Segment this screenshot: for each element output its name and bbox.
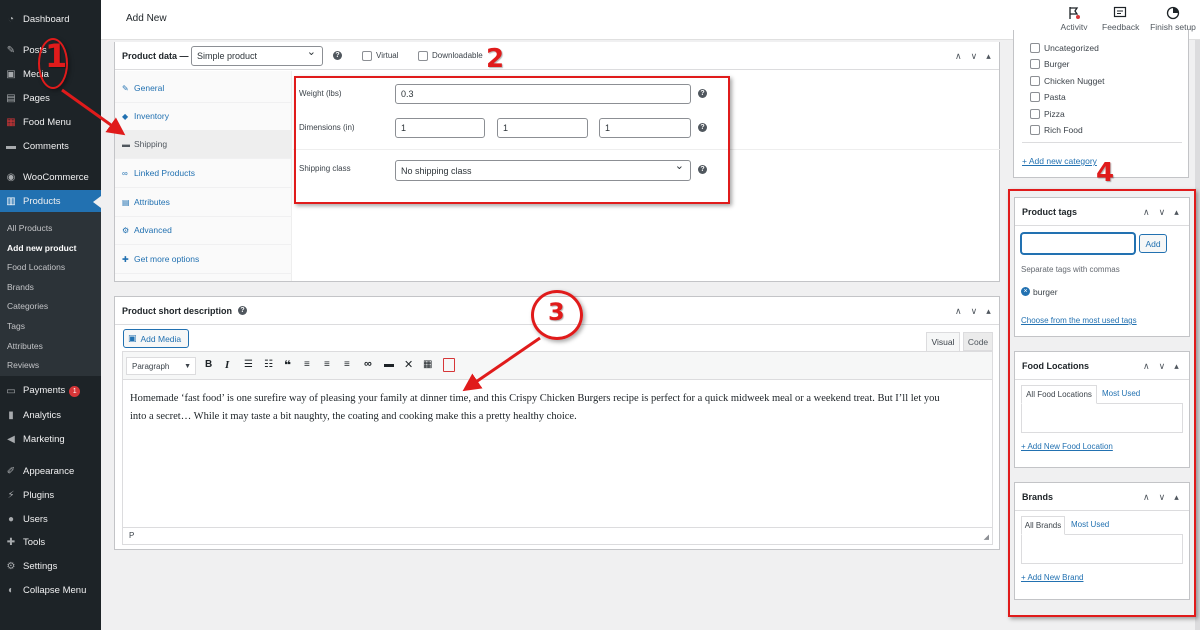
tab-all-food-locations[interactable]: All Food Locations [1021, 385, 1097, 404]
annotation-number-4: 4 [1096, 158, 1115, 188]
annotation-arrow-1 [61, 88, 126, 136]
annotation-number-2: 2 [486, 44, 505, 74]
annotation-arrow-3 [462, 336, 541, 392]
annotation-box-2 [294, 76, 730, 204]
annotation-number-3: 3 [548, 298, 565, 326]
tab-all-brands[interactable]: All Brands [1021, 516, 1065, 535]
